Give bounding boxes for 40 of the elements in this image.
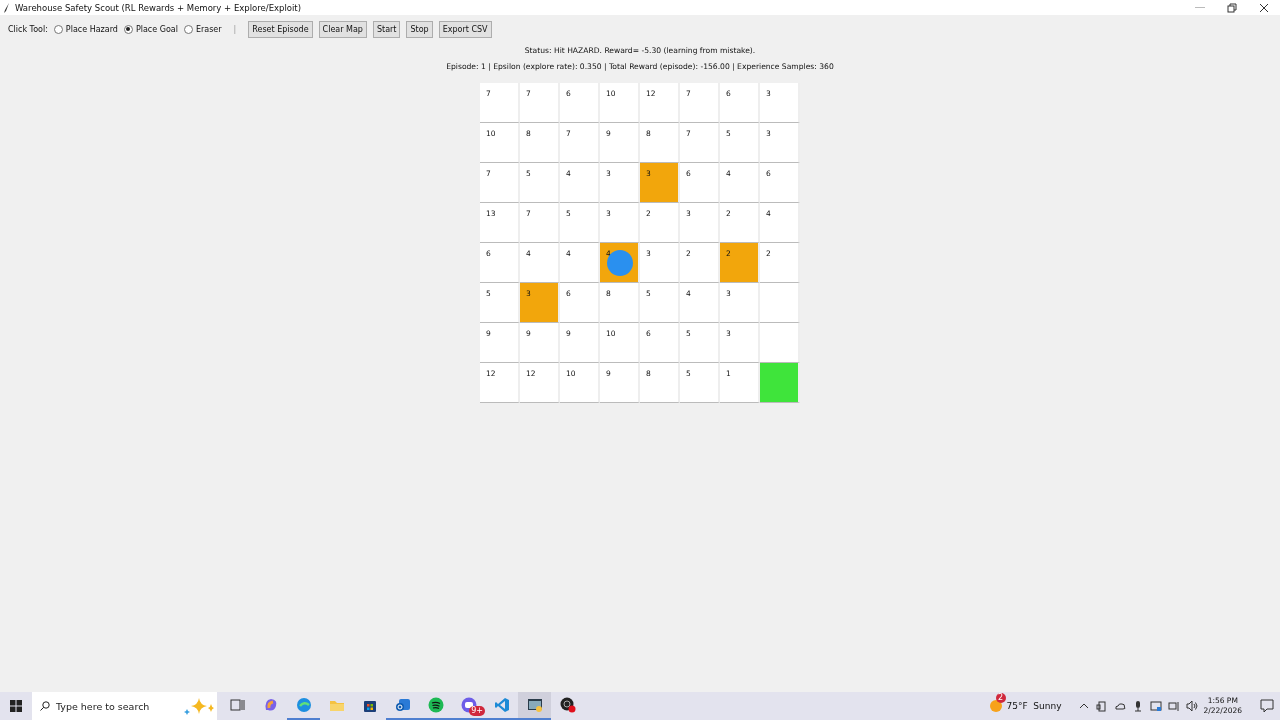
toolbar-button[interactable]: Export CSV — [438, 20, 492, 38]
separator-text: | — [233, 24, 237, 34]
radio-button[interactable] — [183, 24, 193, 34]
radio-label[interactable]: Place Hazard — [65, 24, 118, 34]
notification-icon[interactable] — [1260, 699, 1274, 713]
toolbar-button[interactable]: Stop — [406, 20, 433, 38]
toolbar-button[interactable]: Clear Map — [318, 20, 367, 38]
speaker-icon[interactable] — [1185, 700, 1198, 712]
mail-icon — [394, 697, 411, 713]
radio-button[interactable] — [123, 24, 133, 34]
grid-cell[interactable] — [760, 323, 800, 363]
goal-cell[interactable] — [760, 363, 800, 403]
task-view-icon — [229, 697, 246, 713]
toolbar-button[interactable]: Reset Episode — [248, 20, 313, 38]
taskbar-app-button[interactable] — [518, 692, 551, 720]
close-icon[interactable] — [1259, 2, 1269, 13]
search-field[interactable]: Type here to search — [32, 692, 217, 720]
weather-text[interactable]: 75°F Sunny — [1006, 701, 1062, 711]
tool-label: Click Tool: — [8, 24, 48, 34]
sun-icon[interactable] — [988, 699, 1003, 713]
window-title: Warehouse Safety Scout (RL Rewards + Memory + Explore/Exploit) — [15, 2, 303, 13]
agent-marker — [607, 250, 633, 276]
search-icon — [40, 701, 50, 711]
notification-badge: 2 — [995, 693, 1006, 703]
search-placeholder: Type here to search — [56, 700, 150, 712]
restore-icon[interactable] — [1227, 2, 1237, 13]
record-icon — [559, 697, 576, 713]
grid-cell[interactable] — [760, 283, 800, 323]
cloud-icon[interactable] — [1113, 700, 1126, 712]
globe-icon — [295, 697, 312, 713]
notification-badge: 9+ — [469, 706, 485, 716]
app-window-icon — [526, 697, 543, 713]
music-icon — [427, 697, 444, 713]
radio-button[interactable] — [53, 24, 63, 34]
monitor-icon[interactable] — [1149, 700, 1162, 712]
code-editor-icon — [493, 697, 510, 713]
radio-label[interactable]: Place Goal — [135, 24, 178, 34]
taskbar-app-button[interactable]: 9+ — [452, 692, 485, 720]
toolbar-button[interactable]: Start — [372, 20, 401, 38]
radio-label[interactable]: Eraser — [195, 24, 222, 34]
